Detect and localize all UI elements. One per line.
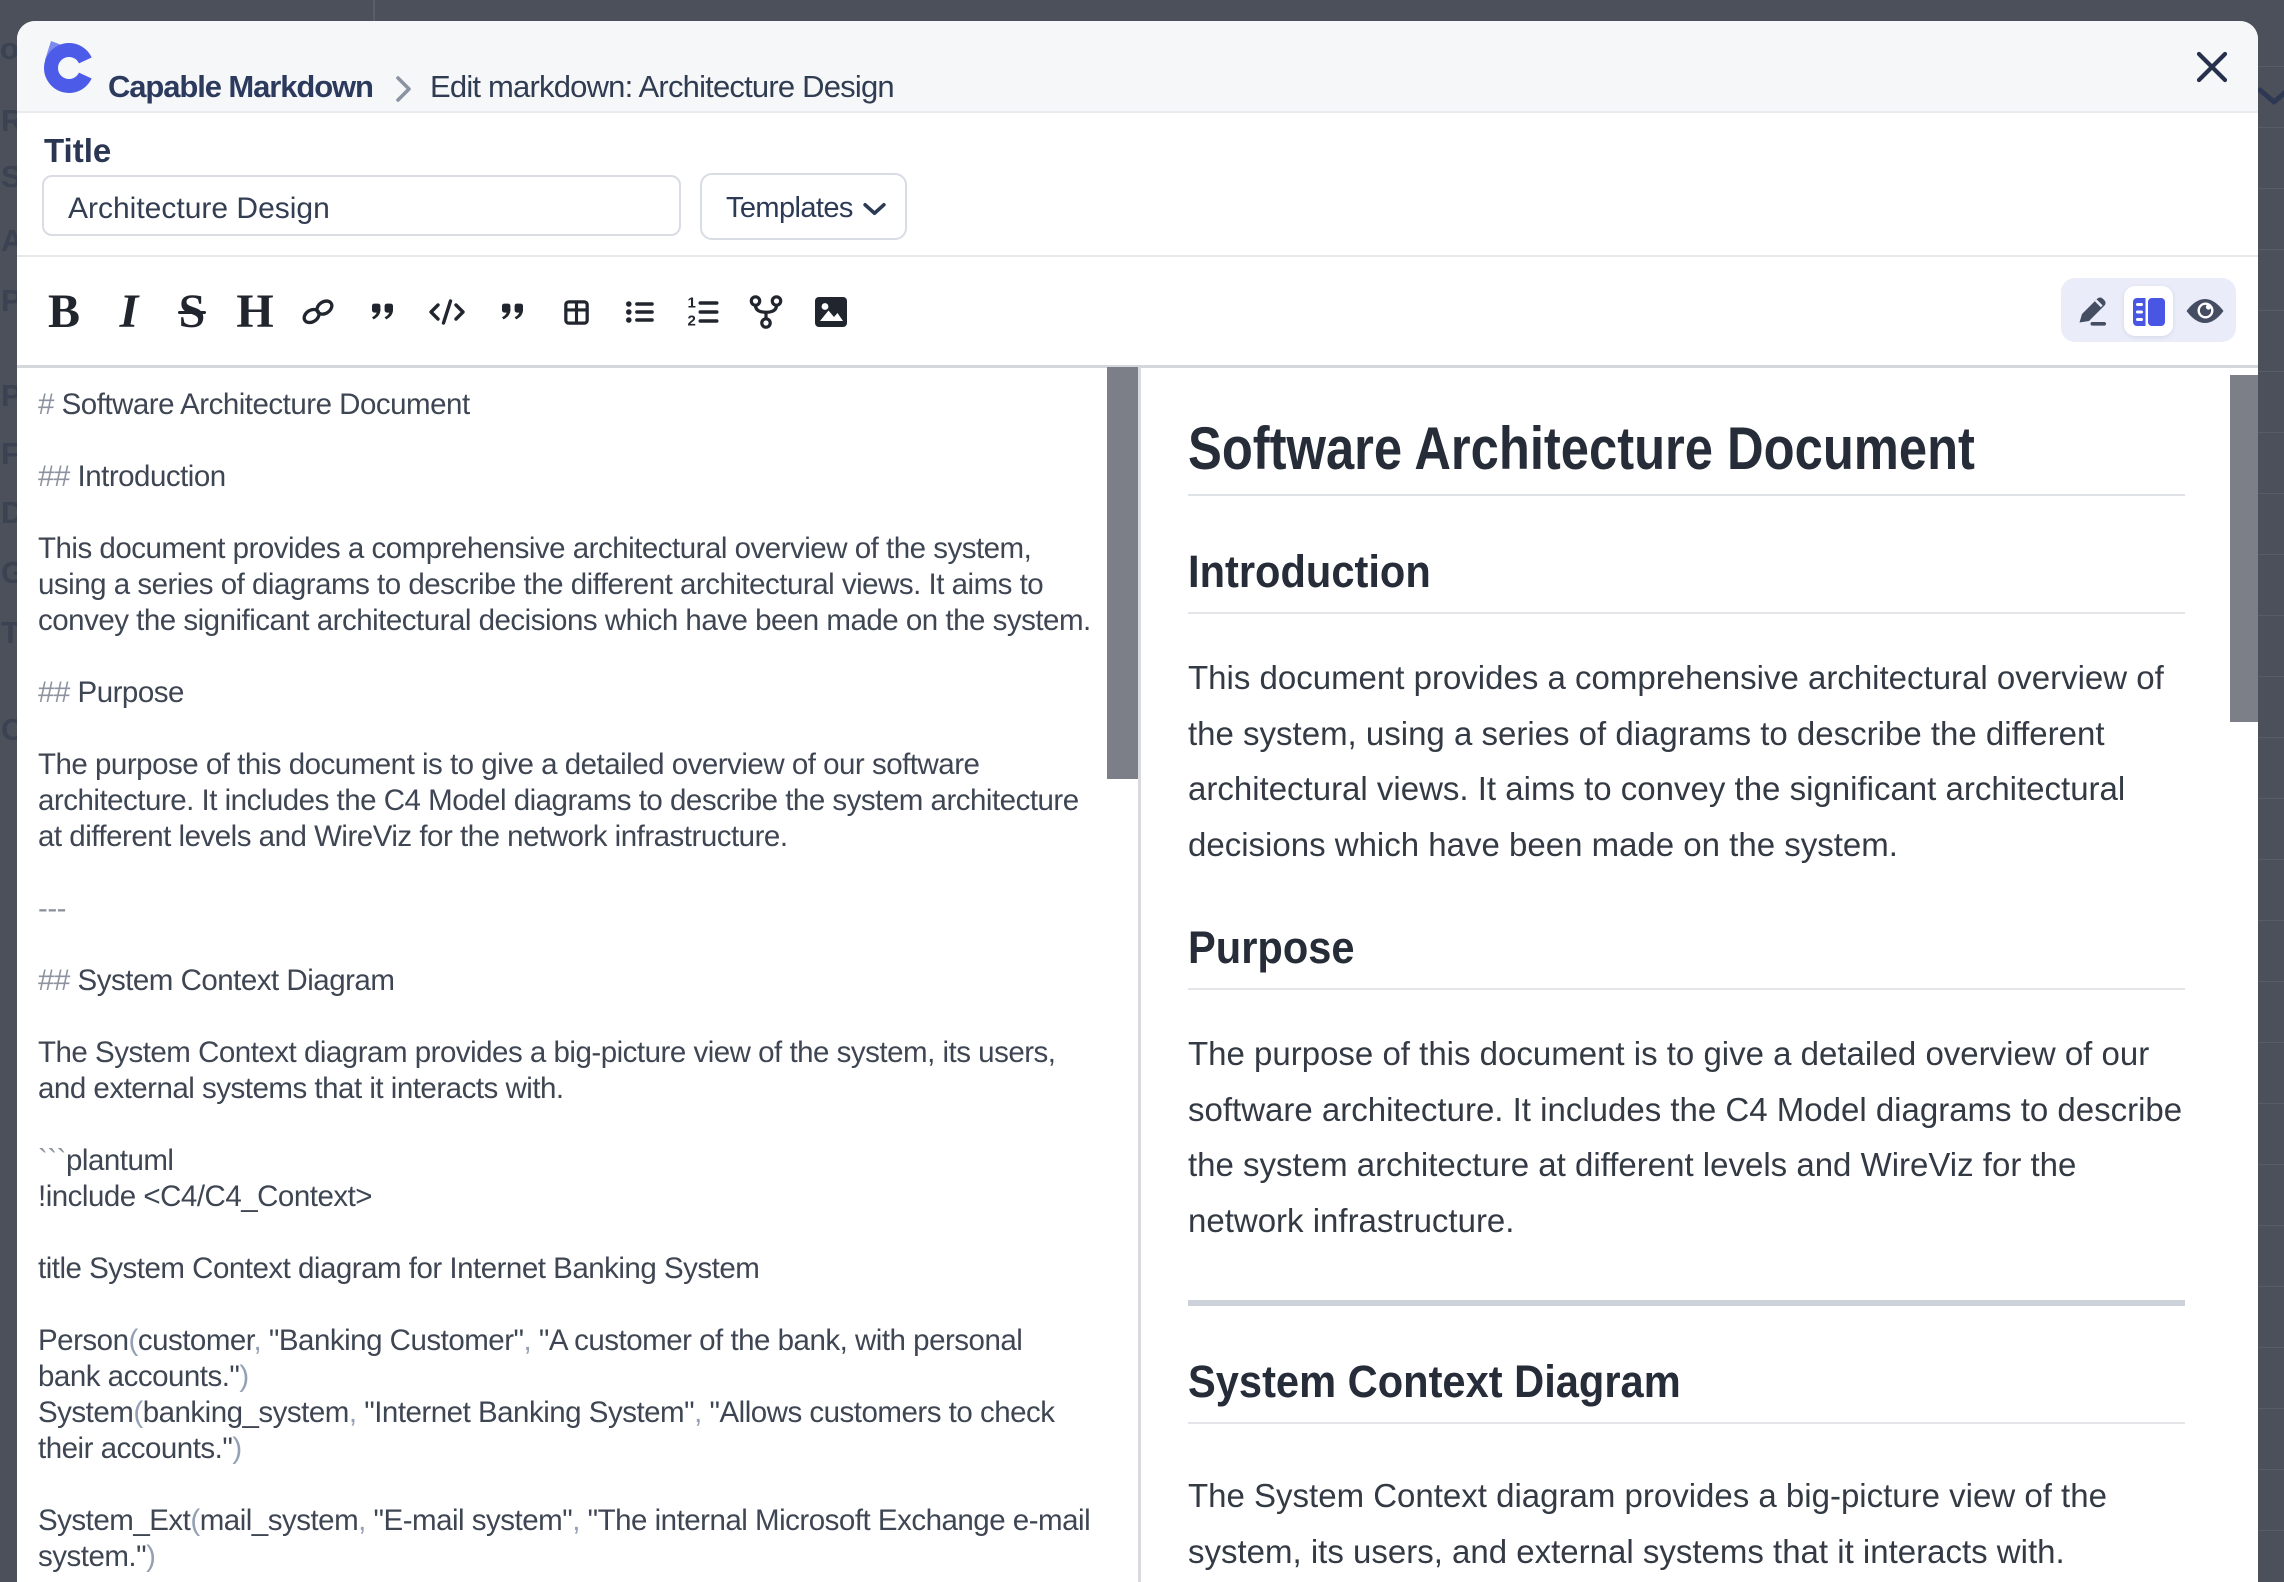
svg-text:2: 2: [688, 313, 696, 330]
svg-text:1: 1: [688, 295, 696, 312]
